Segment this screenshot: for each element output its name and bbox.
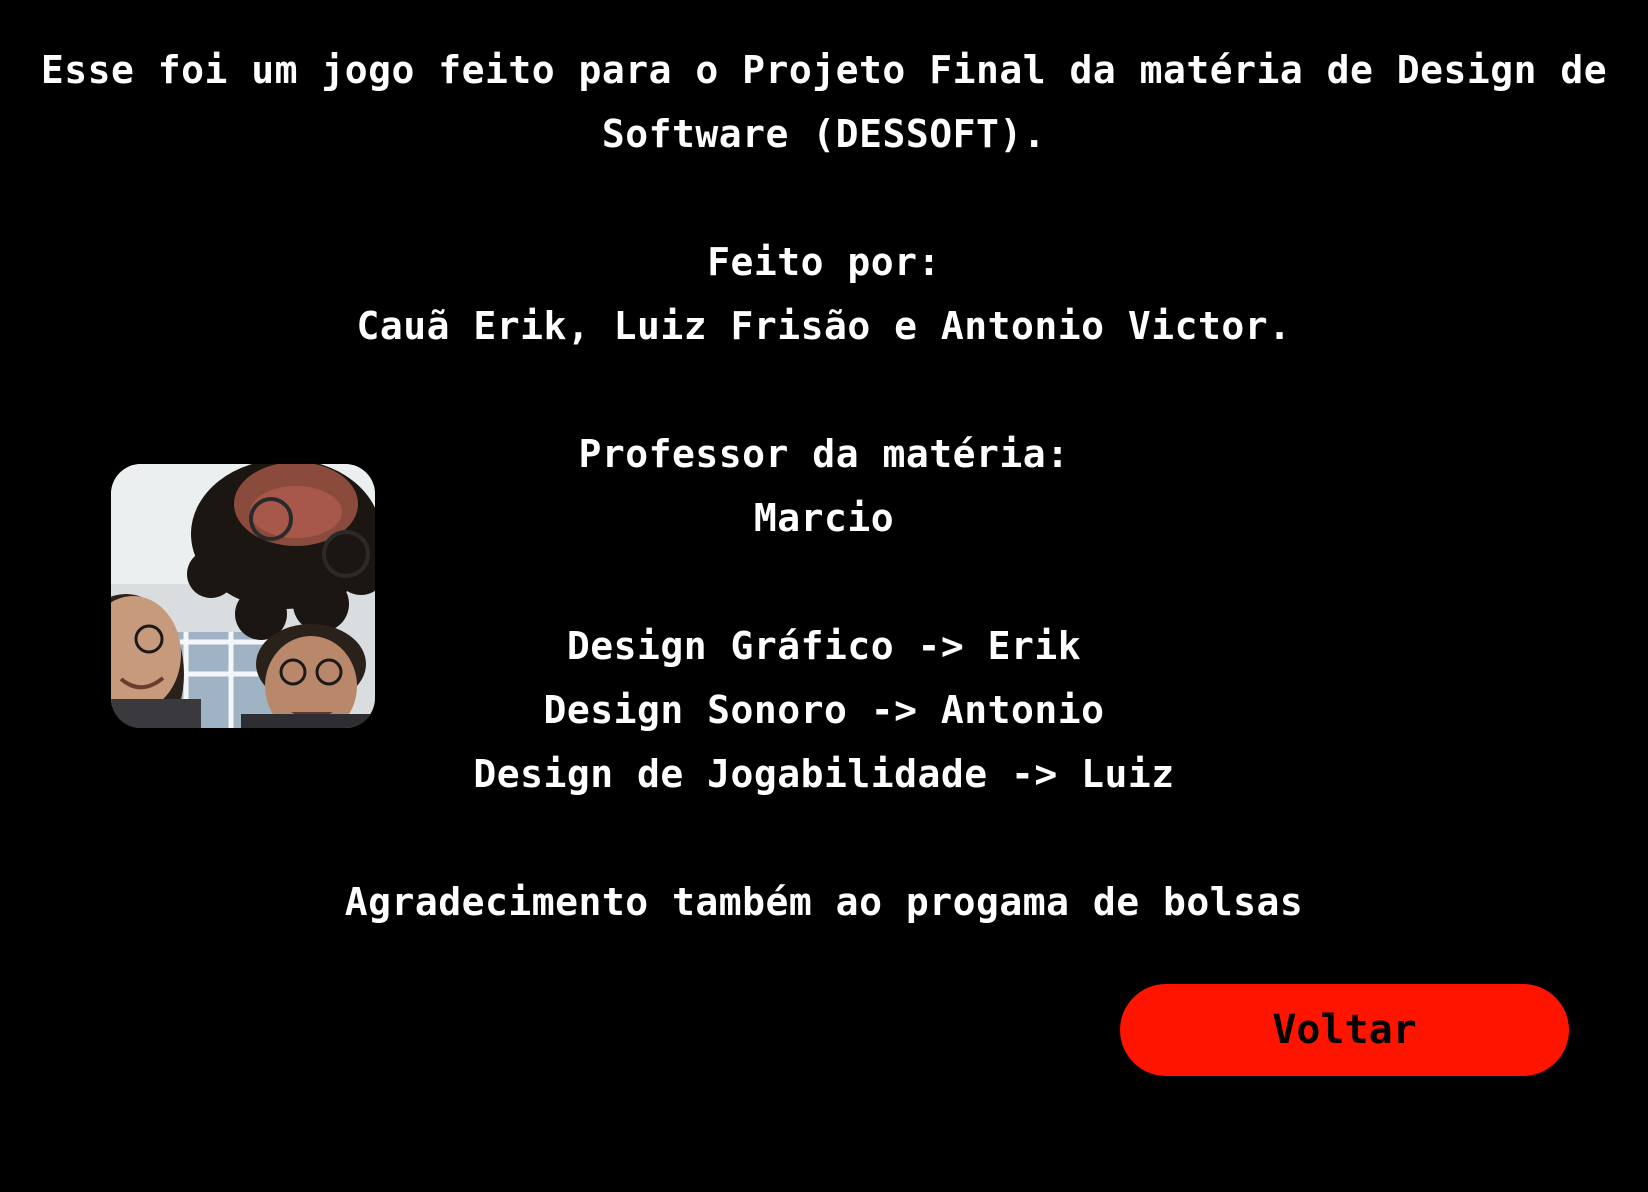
team-photo xyxy=(111,464,375,728)
back-button[interactable]: Voltar xyxy=(1120,984,1569,1076)
team-photo-illustration xyxy=(111,464,375,728)
intro-line-1: Esse foi um jogo feito para o Projeto Fi… xyxy=(40,48,1608,92)
back-button-label: Voltar xyxy=(1272,1007,1417,1053)
intro-line-2: Software (DESSOFT). xyxy=(601,112,1047,156)
thanks-line: Agradecimento também ao progama de bolsa… xyxy=(344,880,1304,924)
role-gameplay-design: Design de Jogabilidade -> Luiz xyxy=(473,752,1175,796)
made-by-names: Cauã Erik, Luiz Frisão e Antonio Victor. xyxy=(356,304,1292,348)
made-by-label: Feito por: xyxy=(707,240,941,284)
